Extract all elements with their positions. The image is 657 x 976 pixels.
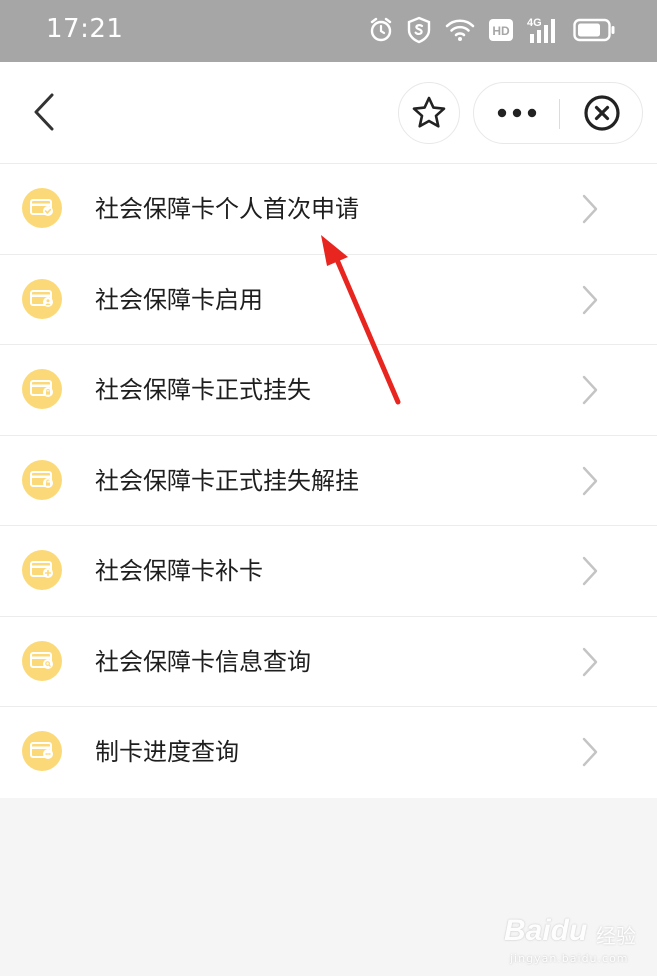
list-item-label: 社会保障卡信息查询: [95, 647, 311, 676]
shield-icon: [407, 16, 431, 44]
card-user-icon: [22, 278, 62, 319]
network-label: 4G: [527, 17, 542, 29]
list-item[interactable]: 社会保障卡信息查询: [0, 617, 657, 707]
chevron-left-icon: [34, 93, 54, 131]
alarm-icon: [369, 17, 393, 43]
service-list: 社会保障卡个人首次申请 社会保障卡启用 社会保障卡正式挂失 社会保障卡正式挂失解…: [0, 164, 657, 798]
card-check-icon: [22, 188, 62, 228]
list-item[interactable]: 社会保障卡正式挂失: [0, 345, 657, 436]
hd-label: HD: [492, 24, 510, 38]
more-dots-icon: [497, 108, 536, 118]
chevron-right-icon: [578, 735, 602, 769]
list-item[interactable]: 社会保障卡补卡: [0, 526, 657, 617]
card-search-icon: [22, 640, 62, 681]
status-bar: 17:21 HD 4G: [0, 0, 657, 62]
list-item-label: 社会保障卡补卡: [95, 557, 263, 585]
list-item-label: 社会保障卡正式挂失: [95, 376, 311, 404]
chevron-right-icon: [578, 373, 602, 407]
watermark-brand: Baidu: [504, 914, 588, 947]
watermark: Baidu 经验 jingyan.baidu.com: [500, 902, 640, 968]
wifi-icon: [445, 18, 475, 42]
star-icon: [412, 96, 446, 128]
list-item[interactable]: 制卡进度查询: [0, 707, 657, 798]
card-lock-icon: [22, 369, 62, 409]
list-item[interactable]: 社会保障卡启用: [0, 255, 657, 345]
close-circle-icon: [584, 95, 620, 131]
status-time: 17:21: [46, 14, 124, 44]
list-item-label: 制卡进度查询: [95, 738, 239, 766]
card-unlock-icon: [22, 459, 62, 500]
list-item-label: 社会保障卡启用: [95, 285, 263, 314]
list-item-label: 社会保障卡正式挂失解挂: [95, 466, 359, 495]
chevron-right-icon: [578, 464, 602, 498]
watermark-url: jingyan.baidu.com: [510, 952, 629, 965]
chevron-right-icon: [578, 554, 602, 588]
favorite-button[interactable]: [398, 82, 460, 144]
list-item-label: 社会保障卡个人首次申请: [95, 195, 359, 223]
chevron-right-icon: [578, 645, 602, 679]
more-button[interactable]: [474, 83, 559, 143]
watermark-sub: 经验: [596, 924, 636, 948]
capsule-menu: [473, 82, 643, 144]
chevron-right-icon: [578, 283, 602, 317]
status-icons: HD 4G: [369, 14, 615, 46]
chevron-right-icon: [578, 192, 602, 226]
close-button[interactable]: [560, 83, 644, 143]
signal-4g-icon: 4G: [527, 16, 559, 44]
card-add-icon: [22, 550, 62, 590]
list-item[interactable]: 社会保障卡正式挂失解挂: [0, 436, 657, 526]
battery-icon: [573, 18, 615, 42]
back-button[interactable]: [24, 90, 64, 134]
nav-bar: [0, 62, 657, 164]
list-item[interactable]: 社会保障卡个人首次申请: [0, 164, 657, 255]
hd-icon: HD: [489, 19, 513, 41]
card-progress-icon: [22, 731, 62, 771]
